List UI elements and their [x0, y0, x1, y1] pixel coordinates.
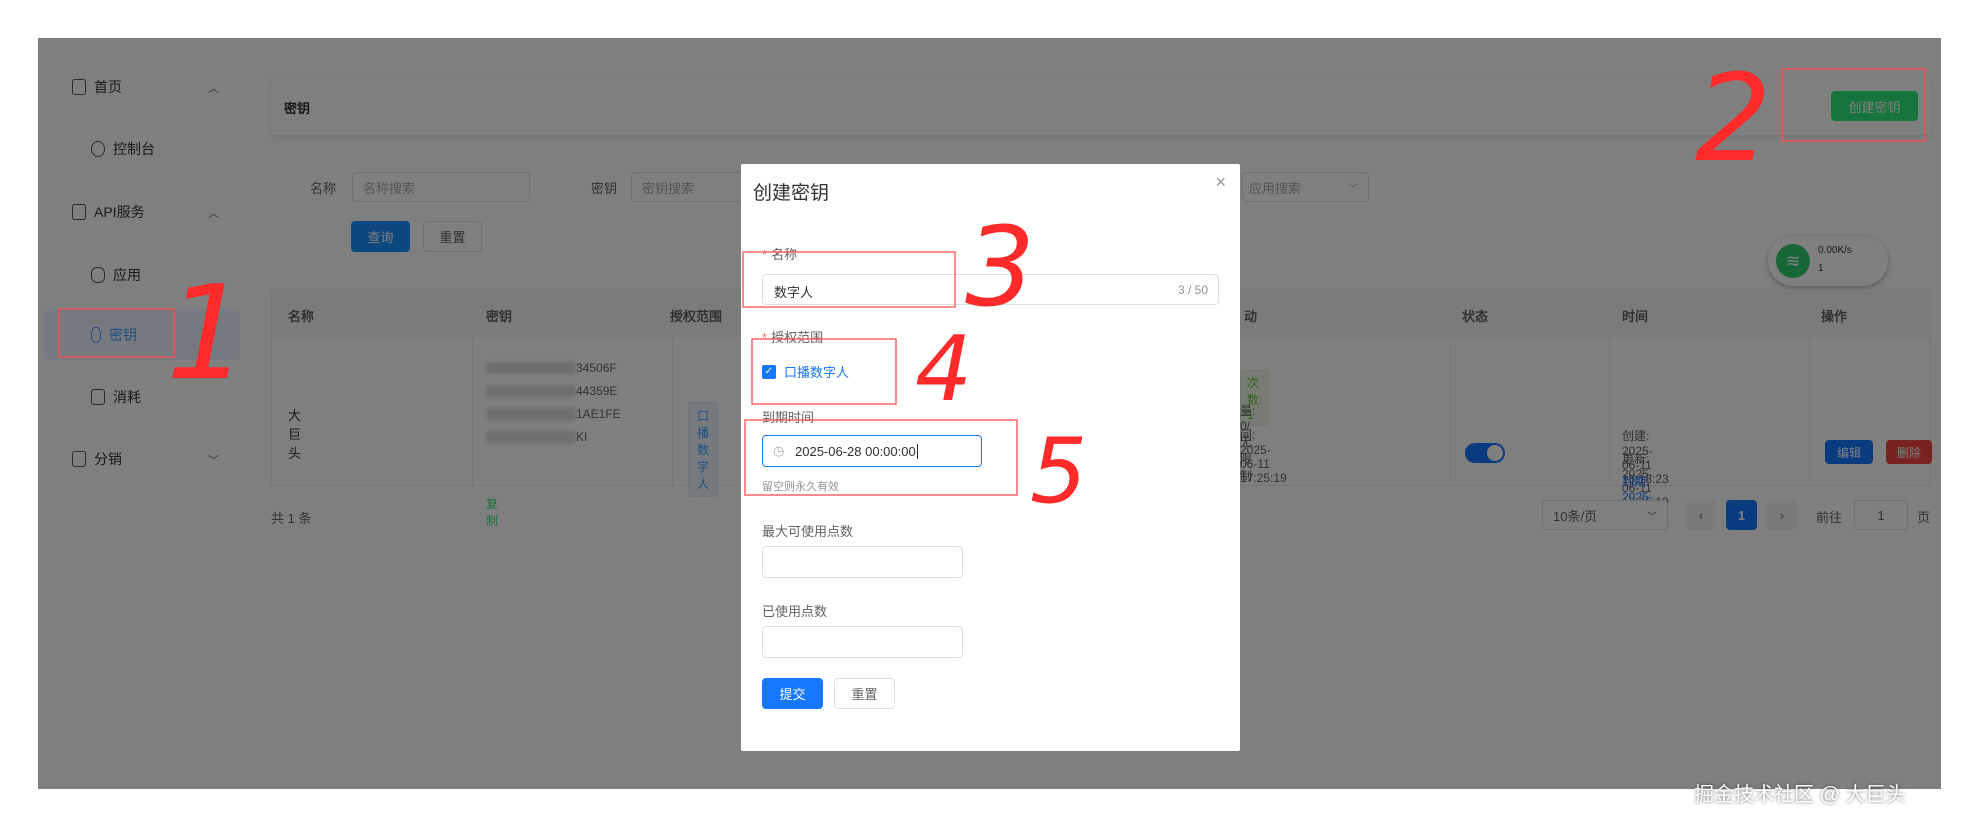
annotation-box-3: [742, 251, 956, 308]
annotation-number-1: 1: [166, 257, 249, 409]
annotation-number-4: 4: [915, 317, 972, 422]
annotation-layer: 1 2 3 4 5: [58, 50, 1926, 524]
annotation-number-2: 2: [1695, 50, 1771, 189]
watermark: 掘金技术社区 @ 大巨头: [1694, 784, 1906, 806]
annotation-box-4: [751, 338, 897, 405]
annotation-box-2: [1781, 68, 1926, 142]
annotation-number-5: 5: [1030, 419, 1087, 524]
annotation-box-1: [58, 308, 175, 358]
annotation-box-5: [744, 419, 1018, 496]
annotation-number-3: 3: [965, 203, 1035, 331]
